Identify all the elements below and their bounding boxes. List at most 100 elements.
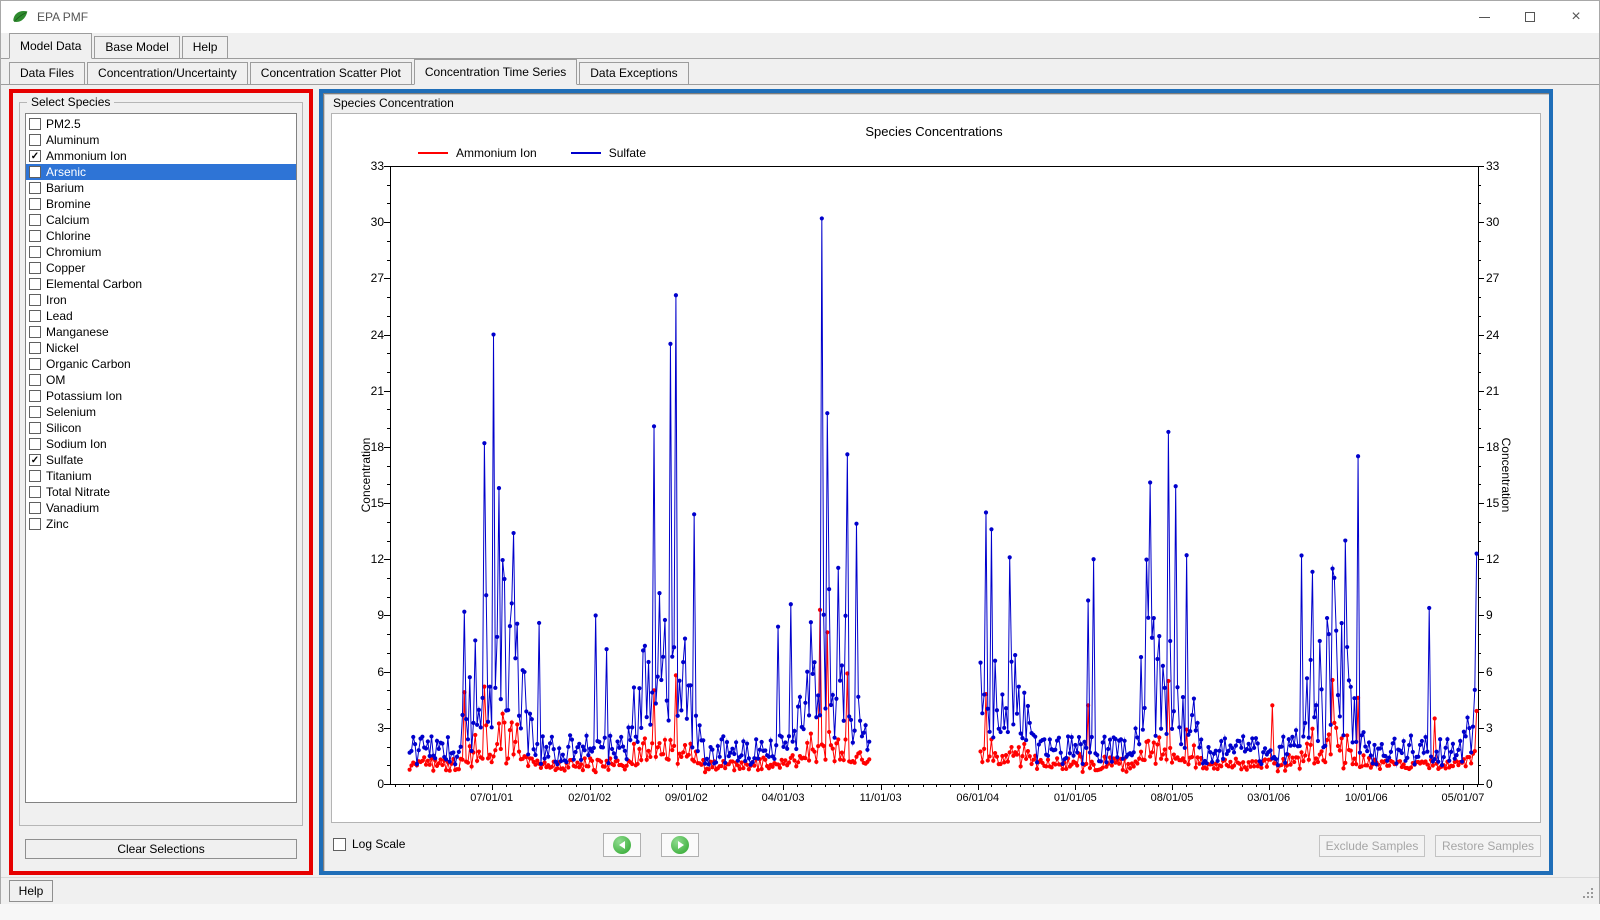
previous-samples-button[interactable] [603,833,641,857]
species-item-chromium[interactable]: Chromium [26,244,296,260]
species-item-lead[interactable]: Lead [26,308,296,324]
y-axis-tick-label-left: 0 [377,777,384,791]
species-item-copper[interactable]: Copper [26,260,296,276]
tab-concentration-time-series[interactable]: Concentration Time Series [413,59,578,85]
select-species-label: Select Species [27,95,115,109]
species-label: Iron [46,293,67,307]
exclude-samples-button[interactable]: Exclude Samples [1319,835,1425,857]
species-item-manganese[interactable]: Manganese [26,324,296,340]
y-axis-tick-label-left: 30 [370,215,384,230]
species-item-sodium-ion[interactable]: Sodium Ion [26,436,296,452]
tab-concentration-uncertainty[interactable]: Concentration/Uncertainty [87,62,248,84]
y-axis-tick-label-right: 30 [1486,215,1500,230]
minimize-icon [1478,16,1490,18]
menu-tab-model-data[interactable]: Model Data [9,33,93,59]
species-checkbox[interactable] [29,358,41,370]
y-axis-tick-label-right: 15 [1486,496,1500,511]
species-label: Ammonium Ion [46,149,127,163]
species-item-chlorine[interactable]: Chlorine [26,228,296,244]
y-axis-tick-label-right: 12 [1486,552,1500,567]
species-checkbox[interactable] [29,438,41,450]
species-item-ammonium-ion[interactable]: ✓ Ammonium Ion [26,148,296,164]
clear-selections-button[interactable]: Clear Selections [25,839,297,859]
species-item-titanium[interactable]: Titanium [26,468,296,484]
species-item-om[interactable]: OM [26,372,296,388]
x-axis-tick-label: 01/01/05 [1053,792,1097,804]
species-item-total-nitrate[interactable]: Total Nitrate [26,484,296,500]
y-axis-tick-label-right: 27 [1486,271,1500,286]
species-checkbox[interactable] [29,294,41,306]
y-axis-tick-label-left: 3 [377,720,384,735]
species-item-aluminum[interactable]: Aluminum [26,132,296,148]
species-label: Zinc [46,517,69,531]
species-checkbox[interactable] [29,470,41,482]
species-checkbox[interactable] [29,166,41,178]
help-button[interactable]: Help [9,880,53,902]
species-item-organic-carbon[interactable]: Organic Carbon [26,356,296,372]
minimize-button[interactable] [1461,1,1507,33]
sub-tab-bar: Data Files Concentration/Uncertainty Con… [1,59,1599,85]
window-title: EPA PMF [37,10,89,24]
species-item-sulfate[interactable]: ✓ Sulfate [26,452,296,468]
species-checkbox[interactable] [29,502,41,514]
menu-tab-help[interactable]: Help [181,36,229,58]
species-checkbox[interactable] [29,422,41,434]
species-label: Vanadium [46,501,100,515]
species-checkbox[interactable] [29,374,41,386]
resize-grip[interactable] [1591,896,1593,898]
species-label: Nickel [46,341,79,355]
title-bar[interactable]: EPA PMF × [1,1,1599,33]
species-checkbox[interactable] [29,230,41,242]
species-item-vanadium[interactable]: Vanadium [26,500,296,516]
species-list[interactable]: PM2.5 Aluminum ✓ Ammonium Ion Arsenic Barium B… [25,113,297,803]
species-checkbox[interactable] [29,342,41,354]
species-checkbox[interactable] [29,406,41,418]
species-item-barium[interactable]: Barium [26,180,296,196]
species-checkbox[interactable] [29,486,41,498]
species-item-bromine[interactable]: Bromine [26,196,296,212]
next-samples-button[interactable] [661,833,699,857]
species-checkbox[interactable] [29,326,41,338]
restore-samples-button[interactable]: Restore Samples [1435,835,1541,857]
species-item-elemental-carbon[interactable]: Elemental Carbon [26,276,296,292]
tab-data-files[interactable]: Data Files [9,62,86,84]
tab-concentration-scatter-plot[interactable]: Concentration Scatter Plot [249,62,412,84]
species-checkbox[interactable] [29,390,41,402]
species-checkbox[interactable]: ✓ [29,454,41,466]
species-item-arsenic[interactable]: Arsenic [26,164,296,180]
species-item-nickel[interactable]: Nickel [26,340,296,356]
species-item-silicon[interactable]: Silicon [26,420,296,436]
tab-data-exceptions[interactable]: Data Exceptions [579,62,689,84]
log-scale-checkbox[interactable] [333,837,346,851]
species-checkbox[interactable] [29,246,41,258]
species-item-pm2-5[interactable]: PM2.5 [26,116,296,132]
species-checkbox[interactable] [29,278,41,290]
species-item-calcium[interactable]: Calcium [26,212,296,228]
maximize-button[interactable] [1507,1,1553,33]
species-item-iron[interactable]: Iron [26,292,296,308]
species-checkbox[interactable] [29,118,41,130]
species-label: Manganese [46,325,109,339]
concentration-time-series-plot[interactable] [332,114,1540,822]
y-axis-tick-label-right: 18 [1486,439,1500,454]
species-checkbox[interactable] [29,262,41,274]
species-checkbox[interactable] [29,310,41,322]
x-axis-tick-label: 09/01/02 [664,792,708,804]
species-label: Organic Carbon [46,357,131,371]
species-label: Lead [46,309,73,323]
species-label: Copper [46,261,86,275]
species-checkbox[interactable] [29,182,41,194]
species-checkbox[interactable] [29,518,41,530]
close-button[interactable]: × [1553,1,1599,33]
species-item-zinc[interactable]: Zinc [26,516,296,532]
species-checkbox[interactable] [29,134,41,146]
species-checkbox[interactable] [29,198,41,210]
species-item-selenium[interactable]: Selenium [26,404,296,420]
y-axis-tick-label-left: 15 [370,496,384,511]
species-checkbox[interactable]: ✓ [29,150,41,162]
log-scale-control[interactable]: Log Scale [333,837,405,851]
species-item-potassium-ion[interactable]: Potassium Ion [26,388,296,404]
menu-tab-base-model[interactable]: Base Model [94,36,180,58]
species-concentration-panel: Species Concentration Species Concentrat… [319,89,1553,875]
species-checkbox[interactable] [29,214,41,226]
